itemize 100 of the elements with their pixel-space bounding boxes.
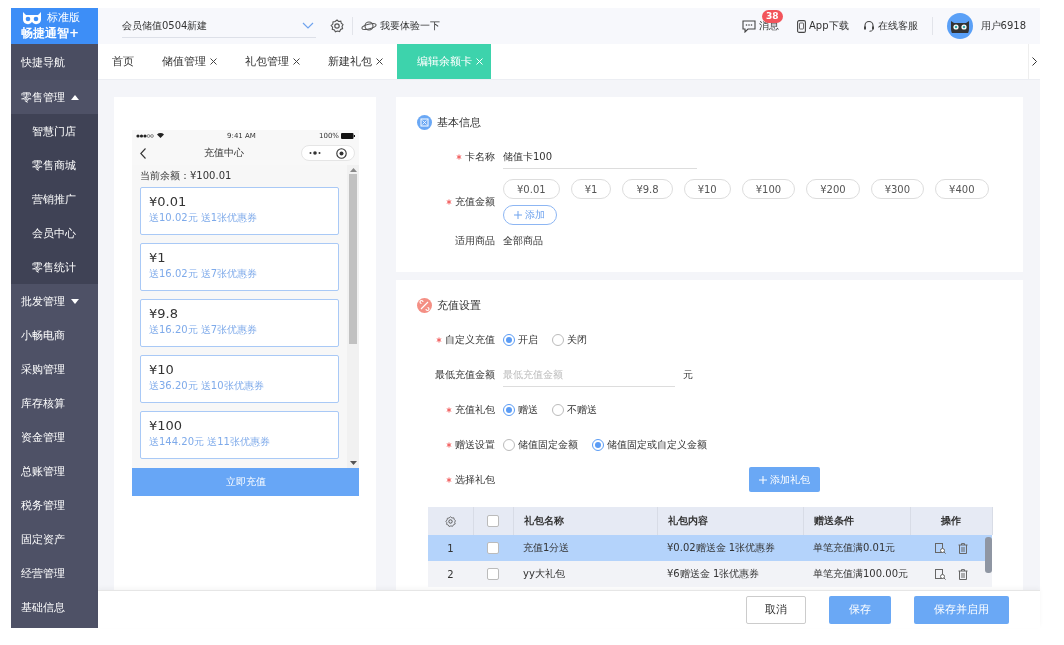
capsule-menu[interactable] <box>301 145 355 161</box>
quick-nav-item[interactable]: 快捷导航 <box>11 44 98 80</box>
sidebar-item[interactable]: 采购管理 <box>11 352 98 386</box>
column-header: 礼包内容 <box>657 507 803 535</box>
user-name[interactable]: 用户6918 <box>980 19 1026 33</box>
radio-button[interactable] <box>503 403 515 416</box>
app-download-link[interactable]: App下载 <box>797 19 849 33</box>
try-link[interactable]: 我要体验一下 <box>361 19 440 33</box>
radio-label[interactable]: 不赠送 <box>567 402 597 417</box>
scrollbar[interactable] <box>347 165 359 468</box>
amount-chip[interactable]: ¥0.01 <box>503 179 560 199</box>
checkbox[interactable] <box>487 515 499 527</box>
field-label: 赠送设置 <box>455 437 495 452</box>
close-icon[interactable] <box>376 58 383 65</box>
field-label: 适用商品 <box>455 234 495 248</box>
radio-button[interactable] <box>503 333 515 346</box>
radio-button[interactable] <box>503 438 515 451</box>
recharge-option-card[interactable]: ¥9.8 送16.20元 送7张优惠券 <box>140 299 339 347</box>
field-label: 选择礼包 <box>455 472 495 487</box>
settings-icon[interactable] <box>330 19 344 33</box>
column-header: 赠送条件 <box>803 507 910 535</box>
radio-button[interactable] <box>552 333 564 346</box>
avatar[interactable] <box>946 13 973 39</box>
table-cell: 单笔充值满100.00元 <box>803 561 910 587</box>
edit-icon[interactable] <box>934 542 946 554</box>
table-row[interactable]: 2 yy大礼包 ¥6赠送金 1张优惠券 单笔充值满100.00元 <box>428 561 992 587</box>
column-header: 礼包名称 <box>513 507 657 535</box>
phone-title: 充值中心 <box>203 146 244 160</box>
sidebar-item[interactable]: 批发管理 <box>11 284 98 318</box>
checkbox[interactable] <box>487 568 499 580</box>
radio-button[interactable] <box>552 403 564 416</box>
scrollbar[interactable] <box>985 537 992 573</box>
sidebar-subitem[interactable]: 智慧门店 <box>11 114 98 148</box>
radio-label[interactable]: 关闭 <box>567 332 587 347</box>
battery-icon <box>341 132 355 139</box>
table-cell: yy大礼包 <box>513 561 657 587</box>
recharge-option-card[interactable]: ¥10 送36.20元 送10张优惠券 <box>140 355 339 403</box>
close-icon[interactable] <box>210 58 217 65</box>
owl-icon <box>949 19 970 33</box>
amount-chip[interactable]: ¥300 <box>870 179 925 199</box>
table-cell: 单笔充值满0.01元 <box>803 535 910 561</box>
column-header: 操作 <box>910 507 992 535</box>
edit-icon[interactable] <box>934 568 946 580</box>
chevron-right-icon[interactable] <box>1032 57 1037 66</box>
headset-icon <box>862 20 875 32</box>
planet-icon <box>361 20 377 32</box>
sidebar-item[interactable]: 小畅电商 <box>11 318 98 352</box>
amount-chip[interactable]: ¥200 <box>806 179 860 199</box>
close-icon[interactable] <box>293 58 300 65</box>
radio-button[interactable] <box>592 438 604 451</box>
amount-chip[interactable]: ¥1 <box>570 179 612 199</box>
more-icon <box>309 151 322 155</box>
sidebar-subitem[interactable]: 零售商城 <box>11 148 98 182</box>
footer-button[interactable]: 取消 <box>746 595 806 624</box>
option-amount: ¥0.01 <box>149 194 188 209</box>
plus-icon <box>514 211 522 219</box>
edition-label: 标准版 <box>47 10 80 25</box>
recharge-option-card[interactable]: ¥1 送16.02元 送7张优惠券 <box>140 243 339 291</box>
option-amount: ¥100 <box>149 418 184 433</box>
amount-chip[interactable]: ¥400 <box>935 179 989 199</box>
table-cell: 1 <box>428 535 473 561</box>
sidebar-item[interactable]: 库存核算 <box>11 386 98 420</box>
option-bonus: 送16.20元 送7张优惠券 <box>149 323 259 337</box>
sidebar-item[interactable]: 总账管理 <box>11 454 98 488</box>
back-icon[interactable] <box>140 147 146 159</box>
sidebar-item[interactable]: 资金管理 <box>11 420 98 454</box>
settings-icon[interactable] <box>444 515 456 527</box>
store-select[interactable]: 会员储值0504新建 <box>122 14 316 38</box>
sidebar-item[interactable]: 固定资产 <box>11 522 98 556</box>
sidebar-item[interactable]: 经营管理 <box>11 556 98 590</box>
sidebar-item[interactable]: 零售管理 <box>11 80 98 114</box>
section-title: 基本信息 <box>437 114 481 130</box>
checkbox[interactable] <box>487 542 499 554</box>
sidebar-subitem[interactable]: 会员中心 <box>11 216 98 250</box>
amount-chip[interactable]: ¥10 <box>683 179 731 199</box>
target-icon <box>335 147 347 159</box>
signal-icon <box>136 133 154 138</box>
field-label: 充值金额 <box>455 195 495 209</box>
sidebar-item[interactable]: 税务管理 <box>11 488 98 522</box>
sidebar-item[interactable]: 基础信息 <box>11 590 98 624</box>
recharge-option-card[interactable]: ¥0.01 送10.02元 送1张优惠券 <box>140 187 339 235</box>
card-name-field[interactable]: 储值卡100 <box>503 145 697 169</box>
trash-icon[interactable] <box>957 568 968 580</box>
option-bonus: 送36.20元 送10张优惠券 <box>149 379 265 393</box>
support-link[interactable]: 在线客服 <box>862 19 918 33</box>
radio-label[interactable]: 赠送 <box>518 402 538 417</box>
scroll-down-icon <box>349 461 357 465</box>
table-cell: 充值1分送 <box>513 535 657 561</box>
radio-label[interactable]: 开启 <box>518 332 538 347</box>
table-row[interactable]: 1 充值1分送 ¥0.02赠送金 1张优惠券 单笔充值满0.01元 <box>428 535 992 561</box>
sidebar-subitem[interactable]: 零售统计 <box>11 250 98 284</box>
option-bonus: 送10.02元 送1张优惠券 <box>149 211 259 225</box>
radio-label[interactable]: 储值固定金额 <box>518 437 578 452</box>
amount-chip[interactable]: ¥9.8 <box>622 179 673 199</box>
field-label: 充值礼包 <box>455 402 495 417</box>
radio-label[interactable]: 储值固定或自定义金额 <box>607 437 707 452</box>
recharge-option-card[interactable]: ¥100 送144.20元 送11张优惠券 <box>140 411 339 459</box>
trash-icon[interactable] <box>957 542 968 554</box>
sidebar-subitem[interactable]: 营销推广 <box>11 182 98 216</box>
amount-chip[interactable]: ¥100 <box>741 179 796 199</box>
